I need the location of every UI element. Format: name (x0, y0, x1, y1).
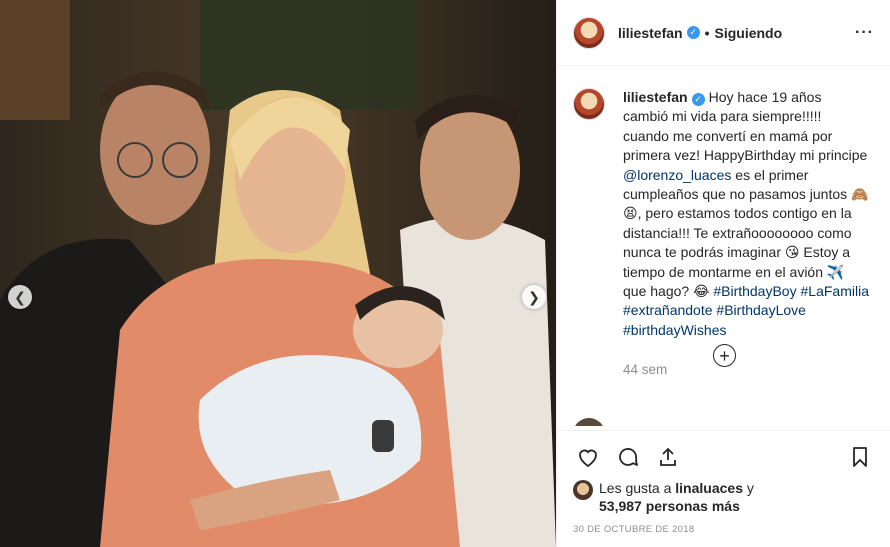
next-comment-avatar (573, 418, 605, 426)
like-button[interactable] (573, 442, 603, 472)
plus-icon: + (719, 345, 730, 366)
caption-text: liliestefan ✓ Hoy hace 19 años cambió mi v… (623, 88, 869, 424)
emoji: 😘 (784, 244, 800, 261)
mention-link[interactable]: @lorenzo_luaces (623, 167, 731, 183)
author-avatar[interactable] (573, 16, 605, 49)
load-more-comments-button[interactable]: + (713, 344, 736, 367)
verified-badge-icon: ✓ (686, 26, 700, 39)
following-button[interactable]: Siguiendo (715, 25, 783, 41)
post-photo[interactable]: ❮ ❯ (0, 0, 556, 547)
caption-part: que hago? (623, 283, 690, 300)
hashtag-link[interactable]: #BirthdayBoy (713, 283, 796, 299)
emoji: ✈️ (826, 263, 845, 280)
separator-dot: • (704, 24, 710, 41)
bookmark-icon (853, 447, 867, 467)
share-icon (660, 447, 676, 466)
likes-prefix: Les gusta a (599, 480, 672, 496)
post-actions: Les gusta a linaluaces y 53,987 personas… (557, 430, 890, 535)
author-username[interactable]: liliestefan (618, 25, 683, 41)
emoji: 😂 (693, 283, 710, 300)
post-side-panel: liliestefan ✓ • Siguiendo ··· liliestefa… (556, 0, 890, 547)
likes-summary: Les gusta a linaluaces y 53,987 personas… (573, 479, 875, 515)
hashtag-link[interactable]: #extrañandote (623, 302, 713, 318)
chevron-left-icon: ❮ (14, 288, 26, 305)
comment-button[interactable] (613, 442, 643, 472)
chevron-right-icon: ❯ (528, 288, 540, 305)
verified-badge-icon: ✓ (691, 93, 705, 107)
post-date[interactable]: 30 de octubre de 2018 (573, 524, 875, 535)
save-button[interactable] (845, 442, 875, 472)
family-photo-illustration (0, 0, 556, 547)
post-header: liliestefan ✓ • Siguiendo ··· (557, 0, 890, 66)
heart-icon (579, 449, 597, 468)
previous-photo-button[interactable]: ❮ (8, 285, 32, 309)
liker-avatar[interactable] (573, 480, 593, 500)
hashtag-link[interactable]: #LaFamilia (801, 283, 869, 299)
likes-text: Les gusta a linaluaces y 53,987 personas… (599, 479, 754, 515)
more-options-icon[interactable]: ··· (855, 24, 874, 42)
share-button[interactable] (653, 442, 683, 472)
hashtag-link[interactable]: #BirthdayLove (716, 302, 806, 318)
hashtag-link[interactable]: #birthdayWishes (623, 322, 727, 338)
liker-username[interactable]: linaluaces (675, 480, 743, 496)
action-icons-row (573, 439, 875, 475)
caption-username[interactable]: liliestefan (623, 89, 688, 105)
next-photo-button[interactable]: ❯ (522, 285, 546, 309)
likes-count[interactable]: 53,987 personas más (599, 498, 740, 514)
likes-and: y (746, 480, 754, 496)
caption-author-avatar[interactable] (573, 88, 605, 120)
time-ago[interactable]: 44 sem (623, 360, 869, 379)
comment-icon (619, 448, 638, 466)
caption-section: liliestefan ✓ Hoy hace 19 años cambió mi v… (557, 66, 890, 426)
